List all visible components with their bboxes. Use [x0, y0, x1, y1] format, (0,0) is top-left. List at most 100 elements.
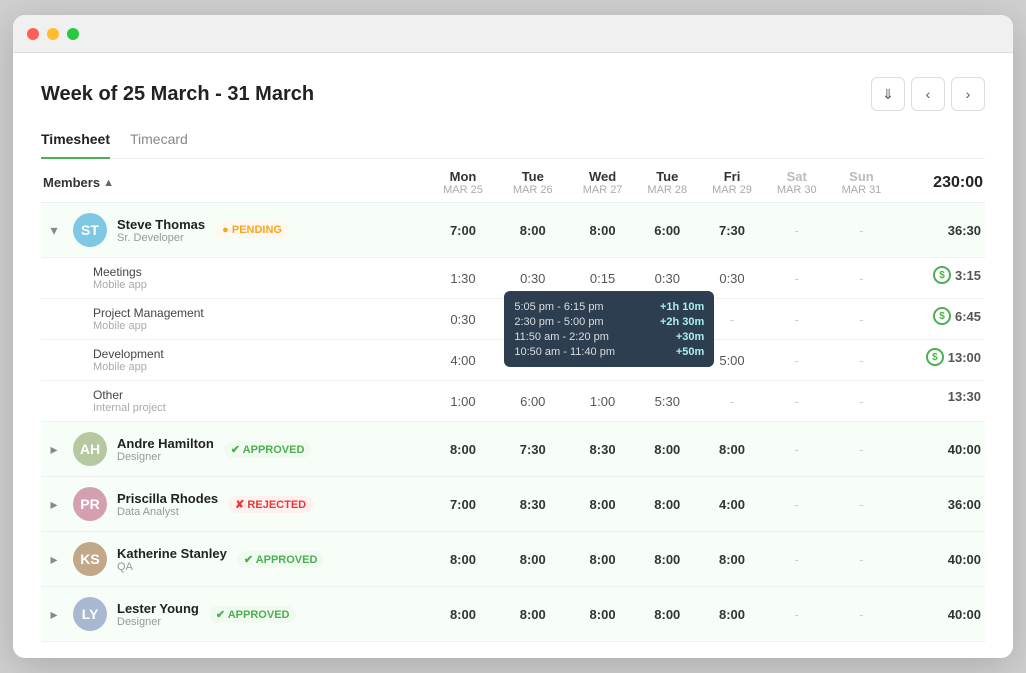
task-total: 13:30 — [894, 381, 985, 411]
member-name: Lester Young — [117, 601, 199, 616]
member-value-6: - — [829, 422, 894, 477]
expand-button[interactable]: ▾ — [45, 221, 63, 239]
member-name-cell: ▸ PR Priscilla Rhodes Data Analyst ✘ REJ… — [41, 477, 431, 532]
member-value-2: 8:00 — [570, 587, 635, 642]
col-header-sat: Sat MAR 30 — [764, 159, 829, 203]
minimize-dot[interactable] — [47, 28, 59, 40]
timesheet-table: Members ▲ Mon MAR 25 Tue MAR 26 — [41, 159, 985, 642]
task-circle: $ — [933, 307, 951, 325]
member-value-5: - — [764, 587, 829, 642]
member-name-cell: ▸ AH Andre Hamilton Designer ✔ APPROVED — [41, 422, 431, 477]
member-role: Sr. Developer — [117, 232, 205, 244]
task-value-5: - — [764, 381, 829, 422]
prev-week-button[interactable]: ‹ — [911, 77, 945, 111]
member-row: ▸ LY Lester Young Designer ✔ APPROVED 8:… — [41, 587, 985, 642]
avatar: PR — [73, 487, 107, 521]
titlebar — [13, 15, 1013, 53]
member-value-0: 8:00 — [431, 422, 496, 477]
member-value-0: 8:00 — [431, 532, 496, 587]
member-value-3: 8:00 — [635, 587, 700, 642]
member-value-4: 8:00 — [700, 532, 765, 587]
expand-button[interactable]: ▸ — [45, 495, 63, 513]
task-value-2: 2:45 — [570, 299, 635, 340]
task-project: Mobile app — [93, 279, 427, 291]
total-col-header: 230:00 — [894, 159, 985, 203]
task-value-1: 0:30 — [495, 258, 570, 299]
member-name-cell: ▸ LY Lester Young Designer ✔ APPROVED — [41, 587, 431, 642]
task-value-0: 1:00 — [431, 381, 496, 422]
member-name: Steve Thomas — [117, 217, 205, 232]
task-value-0: 0:30 — [431, 299, 496, 340]
member-row: ▸ PR Priscilla Rhodes Data Analyst ✘ REJ… — [41, 477, 985, 532]
task-value-5: - — [764, 340, 829, 381]
member-value-1: 8:00 — [495, 587, 570, 642]
col-header-tue: Tue MAR 26 — [495, 159, 570, 203]
col-header-thu: Tue MAR 28 — [635, 159, 700, 203]
member-value-4: 7:30 — [700, 203, 765, 258]
member-value-5: - — [764, 422, 829, 477]
task-value-6: - — [829, 299, 894, 340]
table-header-row: Members ▲ Mon MAR 25 Tue MAR 26 — [41, 159, 985, 203]
task-name-cell: Project Management Mobile app — [41, 299, 431, 340]
task-value-5: - — [764, 258, 829, 299]
expand-button[interactable]: ▸ — [45, 440, 63, 458]
member-value-0: 7:00 — [431, 203, 496, 258]
main-window: Week of 25 March - 31 March ⇓ ‹ › Timesh… — [13, 15, 1013, 658]
close-dot[interactable] — [27, 28, 39, 40]
download-button[interactable]: ⇓ — [871, 77, 905, 111]
task-name-cell: Meetings Mobile app — [41, 258, 431, 299]
avatar: LY — [73, 597, 107, 631]
task-circle: $ — [933, 266, 951, 284]
task-value-1: - — [495, 340, 570, 381]
col-header-sun: Sun MAR 31 — [829, 159, 894, 203]
task-value-4: 5:00 — [700, 340, 765, 381]
member-value-3: 8:00 — [635, 422, 700, 477]
member-value-1: 7:30 — [495, 422, 570, 477]
expand-button[interactable]: ▸ — [45, 550, 63, 568]
member-name: Priscilla Rhodes — [117, 491, 218, 506]
member-role: Designer — [117, 616, 199, 628]
task-name-cell: Development Mobile app — [41, 340, 431, 381]
task-row: Meetings Mobile app 1:300:300:150:300:30… — [41, 258, 985, 299]
member-name: Andre Hamilton — [117, 436, 214, 451]
member-value-5: - — [764, 532, 829, 587]
member-value-2: 8:00 — [570, 532, 635, 587]
tab-timesheet[interactable]: Timesheet — [41, 125, 110, 159]
task-value-2: 4:00 — [570, 340, 635, 381]
tab-bar: Timesheet Timecard — [41, 125, 985, 159]
task-name: Other — [93, 388, 427, 402]
member-row: ▾ ST Steve Thomas Sr. Developer ● PENDIN… — [41, 203, 985, 258]
task-value-6: - — [829, 258, 894, 299]
task-value-2: 1:00 — [570, 381, 635, 422]
member-value-6: - — [829, 203, 894, 258]
maximize-dot[interactable] — [67, 28, 79, 40]
members-col-header: Members ▲ — [41, 159, 431, 203]
task-name: Development — [93, 347, 427, 361]
highlighted-cell[interactable]: 01:30 — [509, 309, 556, 330]
member-value-0: 7:00 — [431, 477, 496, 532]
member-total: 36:00 — [894, 477, 985, 532]
timesheet-table-wrap: Members ▲ Mon MAR 25 Tue MAR 26 — [41, 159, 985, 642]
member-value-1: 8:00 — [495, 532, 570, 587]
page-content: Week of 25 March - 31 March ⇓ ‹ › Timesh… — [13, 53, 1013, 658]
task-row: Development Mobile app 4:00-4:00-5:00-- … — [41, 340, 985, 381]
col-header-fri: Fri MAR 29 — [700, 159, 765, 203]
member-value-2: 8:00 — [570, 203, 635, 258]
task-circle: $ — [926, 348, 944, 366]
member-value-6: - — [829, 587, 894, 642]
next-week-button[interactable]: › — [951, 77, 985, 111]
member-total: 40:00 — [894, 532, 985, 587]
expand-button[interactable]: ▸ — [45, 605, 63, 623]
task-row: Other Internal project 1:006:001:005:30-… — [41, 381, 985, 422]
nav-controls: ⇓ ‹ › — [871, 77, 985, 111]
members-sort[interactable]: Members ▲ — [43, 175, 114, 190]
task-value-1[interactable]: 01:30 5:05 pm - 6:15 pm+1h 10m2:30 pm - … — [495, 299, 570, 340]
task-value-3: 0:30 — [635, 258, 700, 299]
task-value-3: 5:30 — [635, 381, 700, 422]
member-value-4: 8:00 — [700, 587, 765, 642]
tab-timecard[interactable]: Timecard — [130, 125, 188, 159]
member-role: Data Analyst — [117, 506, 218, 518]
task-name: Project Management — [93, 306, 427, 320]
member-value-4: 8:00 — [700, 422, 765, 477]
task-value-2: 0:15 — [570, 258, 635, 299]
